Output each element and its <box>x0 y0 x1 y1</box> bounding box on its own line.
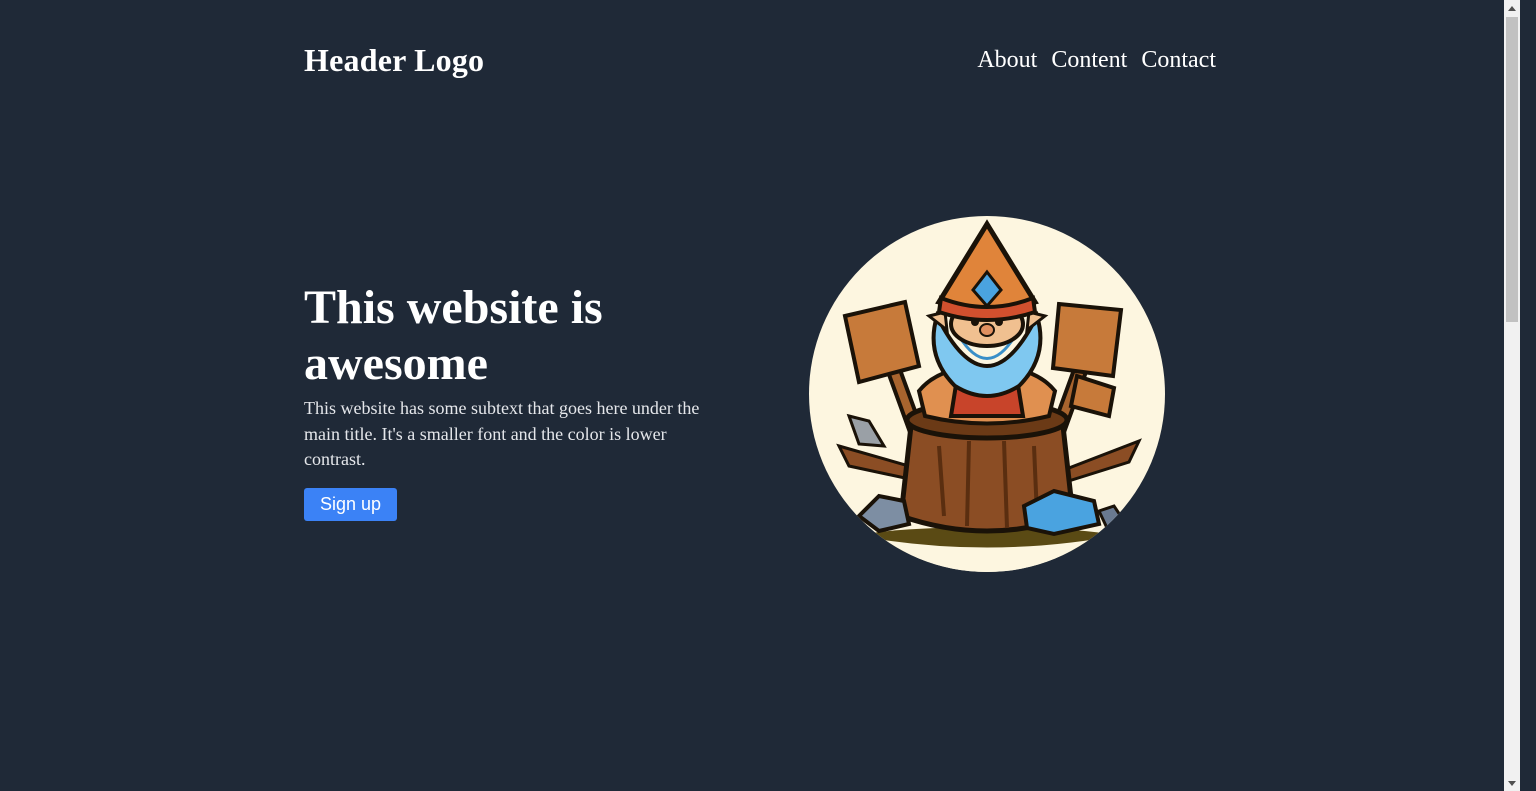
gnome-illustration-icon <box>809 216 1165 572</box>
header-logo[interactable]: Header Logo <box>304 42 484 79</box>
nav-link-contact[interactable]: Contact <box>1141 47 1216 74</box>
hero-section: This website is awesome This website has… <box>304 280 714 521</box>
main-nav: About Content Contact <box>977 47 1216 74</box>
site-header: Header Logo About Content Contact <box>304 38 1216 82</box>
scroll-down-arrow-icon[interactable] <box>1504 775 1520 791</box>
hero-title: This website is awesome <box>304 281 603 390</box>
signup-button[interactable]: Sign up <box>304 487 398 521</box>
hero-subtext: This website has some subtext that goes … <box>304 398 700 469</box>
vertical-scrollbar[interactable] <box>1504 0 1520 791</box>
scrollbar-thumb[interactable] <box>1506 17 1518 322</box>
nav-link-content[interactable]: Content <box>1051 47 1127 74</box>
scroll-up-arrow-icon[interactable] <box>1504 0 1520 16</box>
nav-link-about[interactable]: About <box>977 47 1037 74</box>
page: Header Logo About Content Contact This w… <box>0 0 1520 791</box>
